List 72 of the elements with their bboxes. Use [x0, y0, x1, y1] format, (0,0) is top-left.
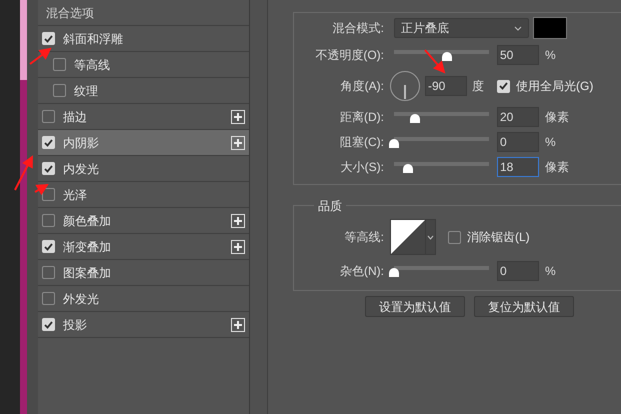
value-field[interactable]: 18: [497, 157, 539, 177]
slider-thumb[interactable]: [442, 52, 452, 61]
style-item[interactable]: 内发光: [38, 156, 249, 182]
slider-thumb[interactable]: [410, 114, 420, 123]
add-icon[interactable]: [231, 318, 245, 332]
checkbox[interactable]: [42, 162, 55, 175]
value-field[interactable]: -90: [425, 76, 467, 96]
unit-label: %: [545, 47, 556, 64]
color-swatch[interactable]: [533, 17, 567, 39]
field-label: 大小(S):: [340, 159, 385, 176]
annotation-arrow: [34, 184, 49, 196]
slider-thumb[interactable]: [389, 268, 399, 277]
caret-icon: [514, 26, 522, 30]
field-label: 不透明度(O):: [314, 47, 385, 64]
add-icon[interactable]: [231, 136, 245, 150]
unit-label: 像素: [545, 159, 569, 176]
action-button[interactable]: 复位为默认值: [474, 296, 574, 317]
field-label: 角度(A):: [340, 78, 385, 95]
unit-label: %: [545, 134, 556, 151]
unit-label: 像素: [545, 109, 569, 126]
style-item[interactable]: 纹理: [38, 78, 249, 104]
field-label: 等高线:: [344, 229, 385, 246]
checkbox[interactable]: [42, 292, 55, 305]
style-item[interactable]: 渐变叠加: [38, 234, 249, 260]
checkbox[interactable]: [42, 188, 55, 201]
style-item[interactable]: 内阴影: [38, 130, 249, 156]
style-item[interactable]: 光泽: [38, 182, 249, 208]
field-label: 混合模式:: [332, 20, 385, 37]
value-field[interactable]: 20: [497, 107, 539, 127]
checkbox-label: 消除锯齿(L): [467, 229, 530, 246]
style-item[interactable]: 投影: [38, 312, 249, 338]
group-title: 品质: [314, 197, 346, 215]
value-field[interactable]: 50: [497, 45, 539, 65]
style-item[interactable]: 等高线: [38, 52, 249, 78]
checkbox[interactable]: [448, 230, 461, 244]
unit-label: %: [545, 263, 556, 280]
list-header: 混合选项: [38, 0, 249, 26]
checkbox[interactable]: [497, 80, 510, 92]
style-item[interactable]: 颜色叠加: [38, 208, 249, 234]
contour-picker[interactable]: [390, 219, 436, 255]
annotation-arrow: [14, 155, 33, 190]
field-label: 杂色(N):: [339, 263, 385, 280]
slider-thumb[interactable]: [402, 164, 413, 173]
action-button[interactable]: 设置为默认值: [365, 296, 465, 317]
checkbox[interactable]: [42, 318, 55, 331]
field-label: 阻塞(C):: [339, 134, 385, 151]
angle-dial[interactable]: [390, 71, 420, 101]
unit-label: 度: [472, 78, 484, 95]
checkbox[interactable]: [42, 214, 55, 227]
field-label: 距离(D):: [339, 109, 385, 126]
add-icon[interactable]: [231, 240, 245, 254]
annotation-arrow: [424, 49, 446, 74]
style-item[interactable]: 外发光: [38, 286, 249, 312]
checkbox[interactable]: [42, 240, 55, 253]
add-icon[interactable]: [231, 110, 245, 124]
checkbox[interactable]: [42, 110, 55, 123]
checkbox[interactable]: [53, 84, 66, 97]
checkbox-label: 使用全局光(G): [516, 78, 594, 95]
checkbox[interactable]: [42, 32, 55, 45]
checkbox[interactable]: [53, 58, 66, 71]
style-item[interactable]: 斜面和浮雕: [38, 26, 249, 52]
slider-thumb[interactable]: [389, 139, 399, 148]
caret-icon: [427, 234, 434, 240]
dial-needle-icon: [404, 85, 406, 99]
annotation-arrow: [29, 48, 52, 65]
value-field[interactable]: 0: [497, 261, 539, 281]
style-item[interactable]: 图案叠加: [38, 260, 249, 286]
checkbox[interactable]: [42, 266, 55, 279]
blend-mode-dropdown[interactable]: 正片叠底: [394, 18, 529, 38]
checkbox[interactable]: [42, 136, 55, 149]
value-field[interactable]: 0: [497, 132, 539, 152]
add-icon[interactable]: [231, 214, 245, 228]
